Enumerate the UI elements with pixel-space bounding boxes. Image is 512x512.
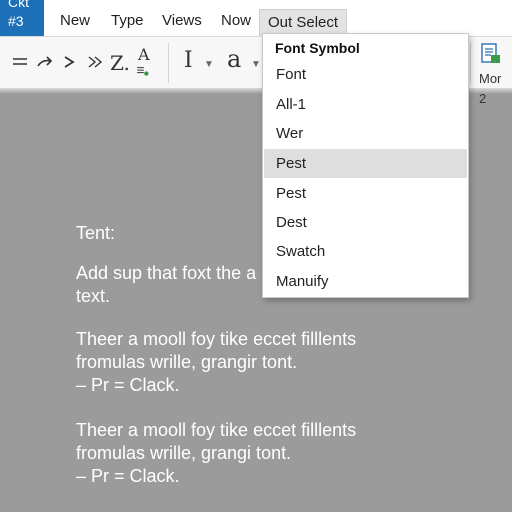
dropdown-item-label: Wer (276, 125, 304, 142)
dropdown-item-label: Dest (276, 214, 307, 231)
toolbar-divider (168, 43, 169, 83)
dropdown-item-label: Pest (276, 185, 307, 202)
paragraph-line: – Pr = Clack. (76, 375, 180, 395)
dropdown-item[interactable]: All-1 (264, 90, 467, 119)
paragraph-line: fromulas wrille, grangir tont. (76, 352, 298, 372)
dropdown-item[interactable]: Dest (264, 208, 467, 237)
text-style-icon[interactable]: A (136, 45, 156, 81)
paragraph-line: – Pr = Clack. (76, 466, 180, 486)
app-window: Ckt #3 New Type Views Now Out Select Z. … (0, 0, 512, 512)
z-format-button[interactable]: Z. (110, 53, 130, 73)
app-badge-line2: #3 (8, 13, 24, 29)
double-chevron-right-icon[interactable] (87, 53, 103, 73)
font-symbol-dropdown: Font Symbol Font All-1 Wer Pest Pest Des… (262, 33, 469, 298)
dropdown-item[interactable]: Manuify (264, 267, 467, 296)
dropdown-item-selected[interactable]: Pest (264, 149, 467, 178)
dropdown-item[interactable]: Wer (264, 119, 467, 148)
dropdown-item-label: Swatch (276, 243, 326, 260)
dropdown-item[interactable]: Pest (264, 179, 467, 208)
menu-views[interactable]: Views (162, 9, 202, 33)
paragraph-line: fromulas wrille, grangi tont. (76, 443, 292, 463)
dropdown-header: Font Symbol (275, 40, 360, 56)
document-icon[interactable] (480, 43, 502, 65)
caret-down-icon[interactable]: ▼ (204, 55, 214, 75)
menu-now[interactable]: Now (221, 9, 251, 33)
redo-arrow-icon[interactable] (36, 53, 54, 73)
document-heading: Tent: (76, 223, 116, 243)
dropdown-item-label: All-1 (276, 96, 307, 113)
document-paragraph: Theer a mooll foy tike eccet filllents f… (76, 419, 496, 488)
lines-icon[interactable] (12, 53, 28, 73)
dropdown-item[interactable]: Font (264, 60, 467, 89)
menu-out-select[interactable]: Out Select (259, 9, 348, 36)
dropdown-item-label: Font (276, 66, 307, 83)
caret-down-icon[interactable]: ▼ (251, 55, 261, 75)
dropdown-item-label: Manuify (276, 273, 329, 290)
ibeam-button[interactable]: I (184, 50, 193, 72)
app-badge-line1: Ckt (8, 0, 29, 10)
app-badge[interactable]: Ckt #3 (0, 0, 44, 36)
menu-type[interactable]: Type (111, 9, 144, 33)
paragraph-line: Theer a mooll foy tike eccet filllents (76, 329, 357, 349)
menu-new[interactable]: New (60, 9, 90, 33)
document-paragraph: Theer a mooll foy tike eccet filllents f… (76, 328, 496, 397)
dropdown-item-label: Pest (276, 155, 307, 172)
font-style-button[interactable]: a (227, 47, 241, 71)
text-style-label: A (138, 45, 150, 64)
chevron-right-icon[interactable] (62, 53, 76, 73)
toolbar-divider (470, 43, 471, 83)
paragraph-line: Theer a mooll foy tike eccet filllents (76, 420, 357, 440)
dropdown-item[interactable]: Swatch (264, 237, 467, 266)
menu-bar: Ckt #3 New Type Views Now Out Select (0, 0, 512, 36)
